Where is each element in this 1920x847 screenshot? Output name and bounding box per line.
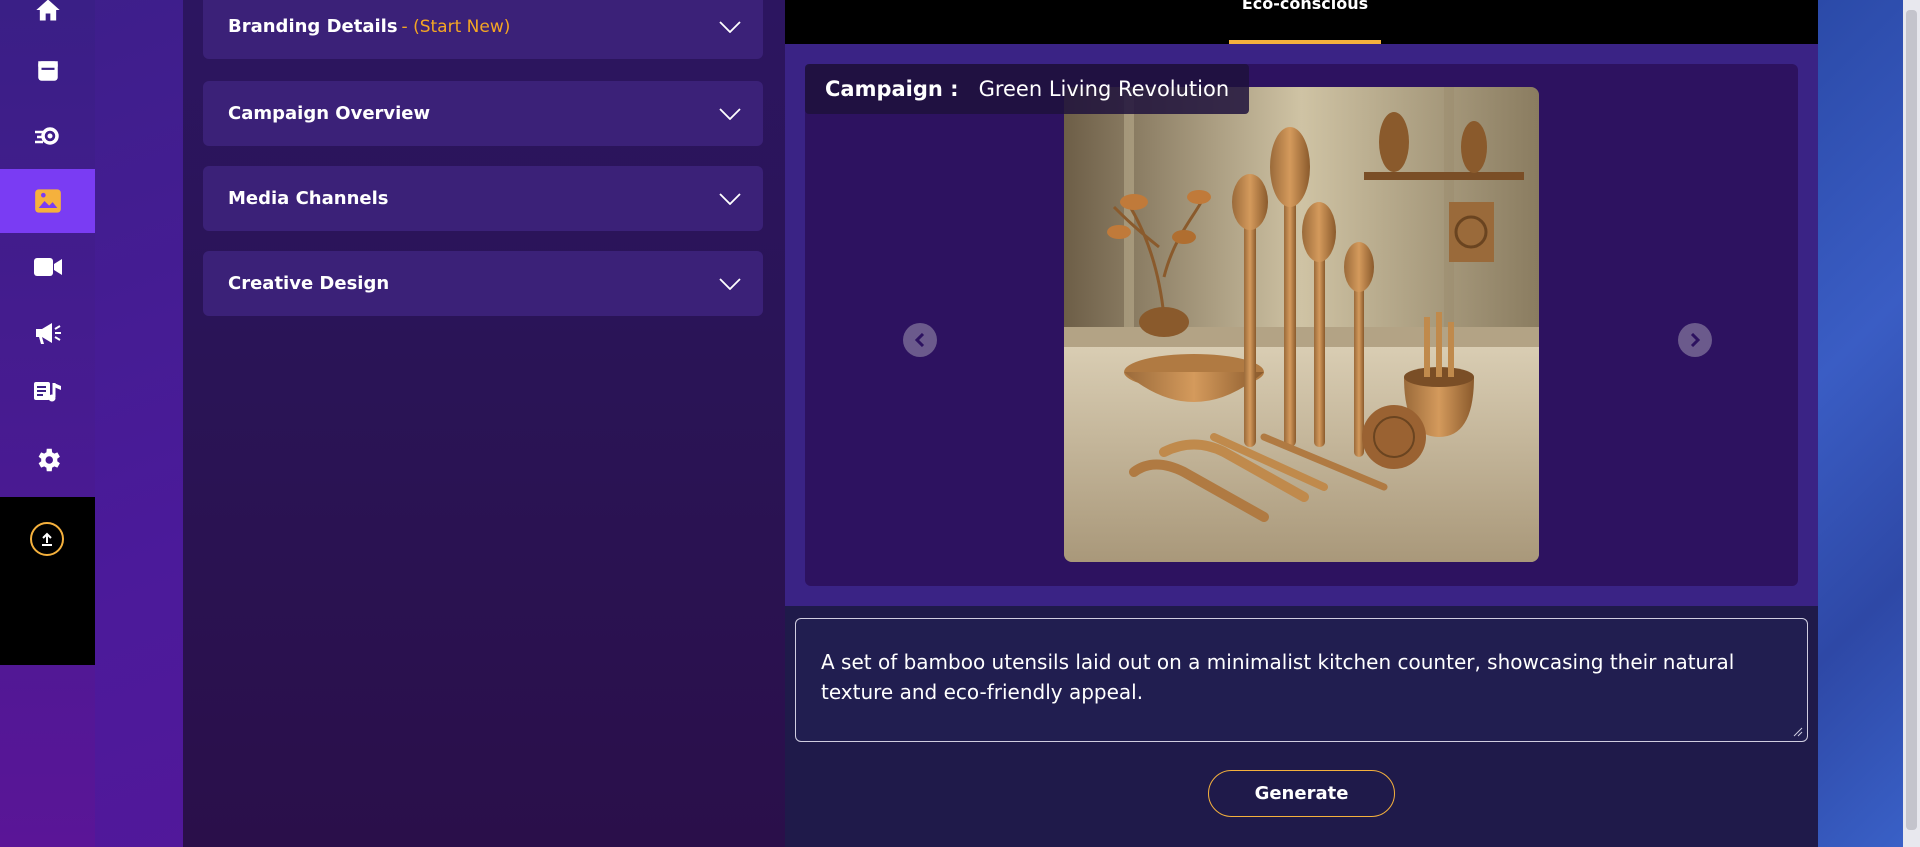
chevron-down-icon — [719, 277, 741, 290]
gear-flow-icon — [34, 127, 59, 145]
tab-label: Eco-conscious — [1241, 0, 1369, 13]
chevron-down-icon — [719, 192, 741, 205]
chevron-down-icon — [719, 107, 741, 120]
home-icon — [35, 0, 60, 21]
calendar-icon — [37, 61, 58, 81]
scrollbar-thumb[interactable] — [1906, 10, 1917, 830]
video-icon — [33, 258, 62, 276]
sidebar-item-images[interactable] — [0, 169, 95, 233]
tab-bar: Eco-conscious — [785, 0, 1818, 44]
megaphone-icon — [35, 323, 61, 344]
campaign-name: Green Living Revolution — [978, 77, 1230, 101]
accordion-branding-details[interactable]: Branding Details - (Start New) — [203, 0, 763, 59]
preview-panel: Eco-conscious Campaign : Green Living Re… — [785, 0, 1818, 847]
bamboo-utensils-image — [1064, 87, 1539, 562]
settings-icon — [38, 448, 60, 472]
sidebar-item-automation[interactable] — [0, 104, 95, 168]
accordion-title: Creative Design — [228, 273, 390, 294]
prompt-text: A set of bamboo utensils laid out on a m… — [821, 650, 1735, 704]
accordion-campaign-overview[interactable]: Campaign Overview — [203, 81, 763, 146]
next-image-button[interactable] — [1678, 323, 1712, 357]
resize-grip-icon[interactable] — [1793, 727, 1803, 737]
accordion-title: Branding Details — [228, 16, 398, 37]
sidebar-item-audio[interactable] — [0, 361, 95, 425]
sidebar-nav — [0, 0, 95, 497]
accordion-title: Media Channels — [228, 188, 389, 209]
music-note-icon — [33, 382, 61, 402]
chevron-left-icon — [914, 333, 925, 347]
generated-image — [1064, 87, 1539, 562]
accordion-media-channels[interactable]: Media Channels — [203, 166, 763, 231]
tab-eco-conscious[interactable]: Eco-conscious — [1229, 0, 1381, 44]
sidebar-item-home[interactable] — [0, 0, 95, 42]
form-panel: Branding Details - (Start New) Campaign … — [183, 0, 785, 847]
sidebar-item-calendar[interactable] — [0, 39, 95, 103]
chevron-right-icon — [1690, 333, 1701, 347]
sidebar — [0, 0, 95, 847]
image-icon — [34, 189, 61, 213]
accordion-title: Campaign Overview — [228, 103, 431, 124]
campaign-label: Campaign : Green Living Revolution — [805, 64, 1250, 114]
sidebar-item-settings[interactable] — [0, 428, 95, 492]
generate-button[interactable]: Generate — [1208, 770, 1395, 817]
accordion-subtitle: - (Start New) — [401, 16, 511, 37]
prompt-section: A set of bamboo utensils laid out on a m… — [785, 606, 1818, 847]
upload-icon — [42, 532, 52, 546]
campaign-key: Campaign : — [825, 77, 959, 101]
accordion-creative-design[interactable]: Creative Design — [203, 251, 763, 316]
upload-button[interactable] — [30, 522, 64, 556]
sidebar-item-video[interactable] — [0, 235, 95, 299]
sidebar-item-campaigns[interactable] — [0, 301, 95, 365]
previous-image-button[interactable] — [903, 323, 937, 357]
chevron-down-icon — [719, 20, 741, 33]
prompt-textarea[interactable]: A set of bamboo utensils laid out on a m… — [795, 618, 1808, 742]
